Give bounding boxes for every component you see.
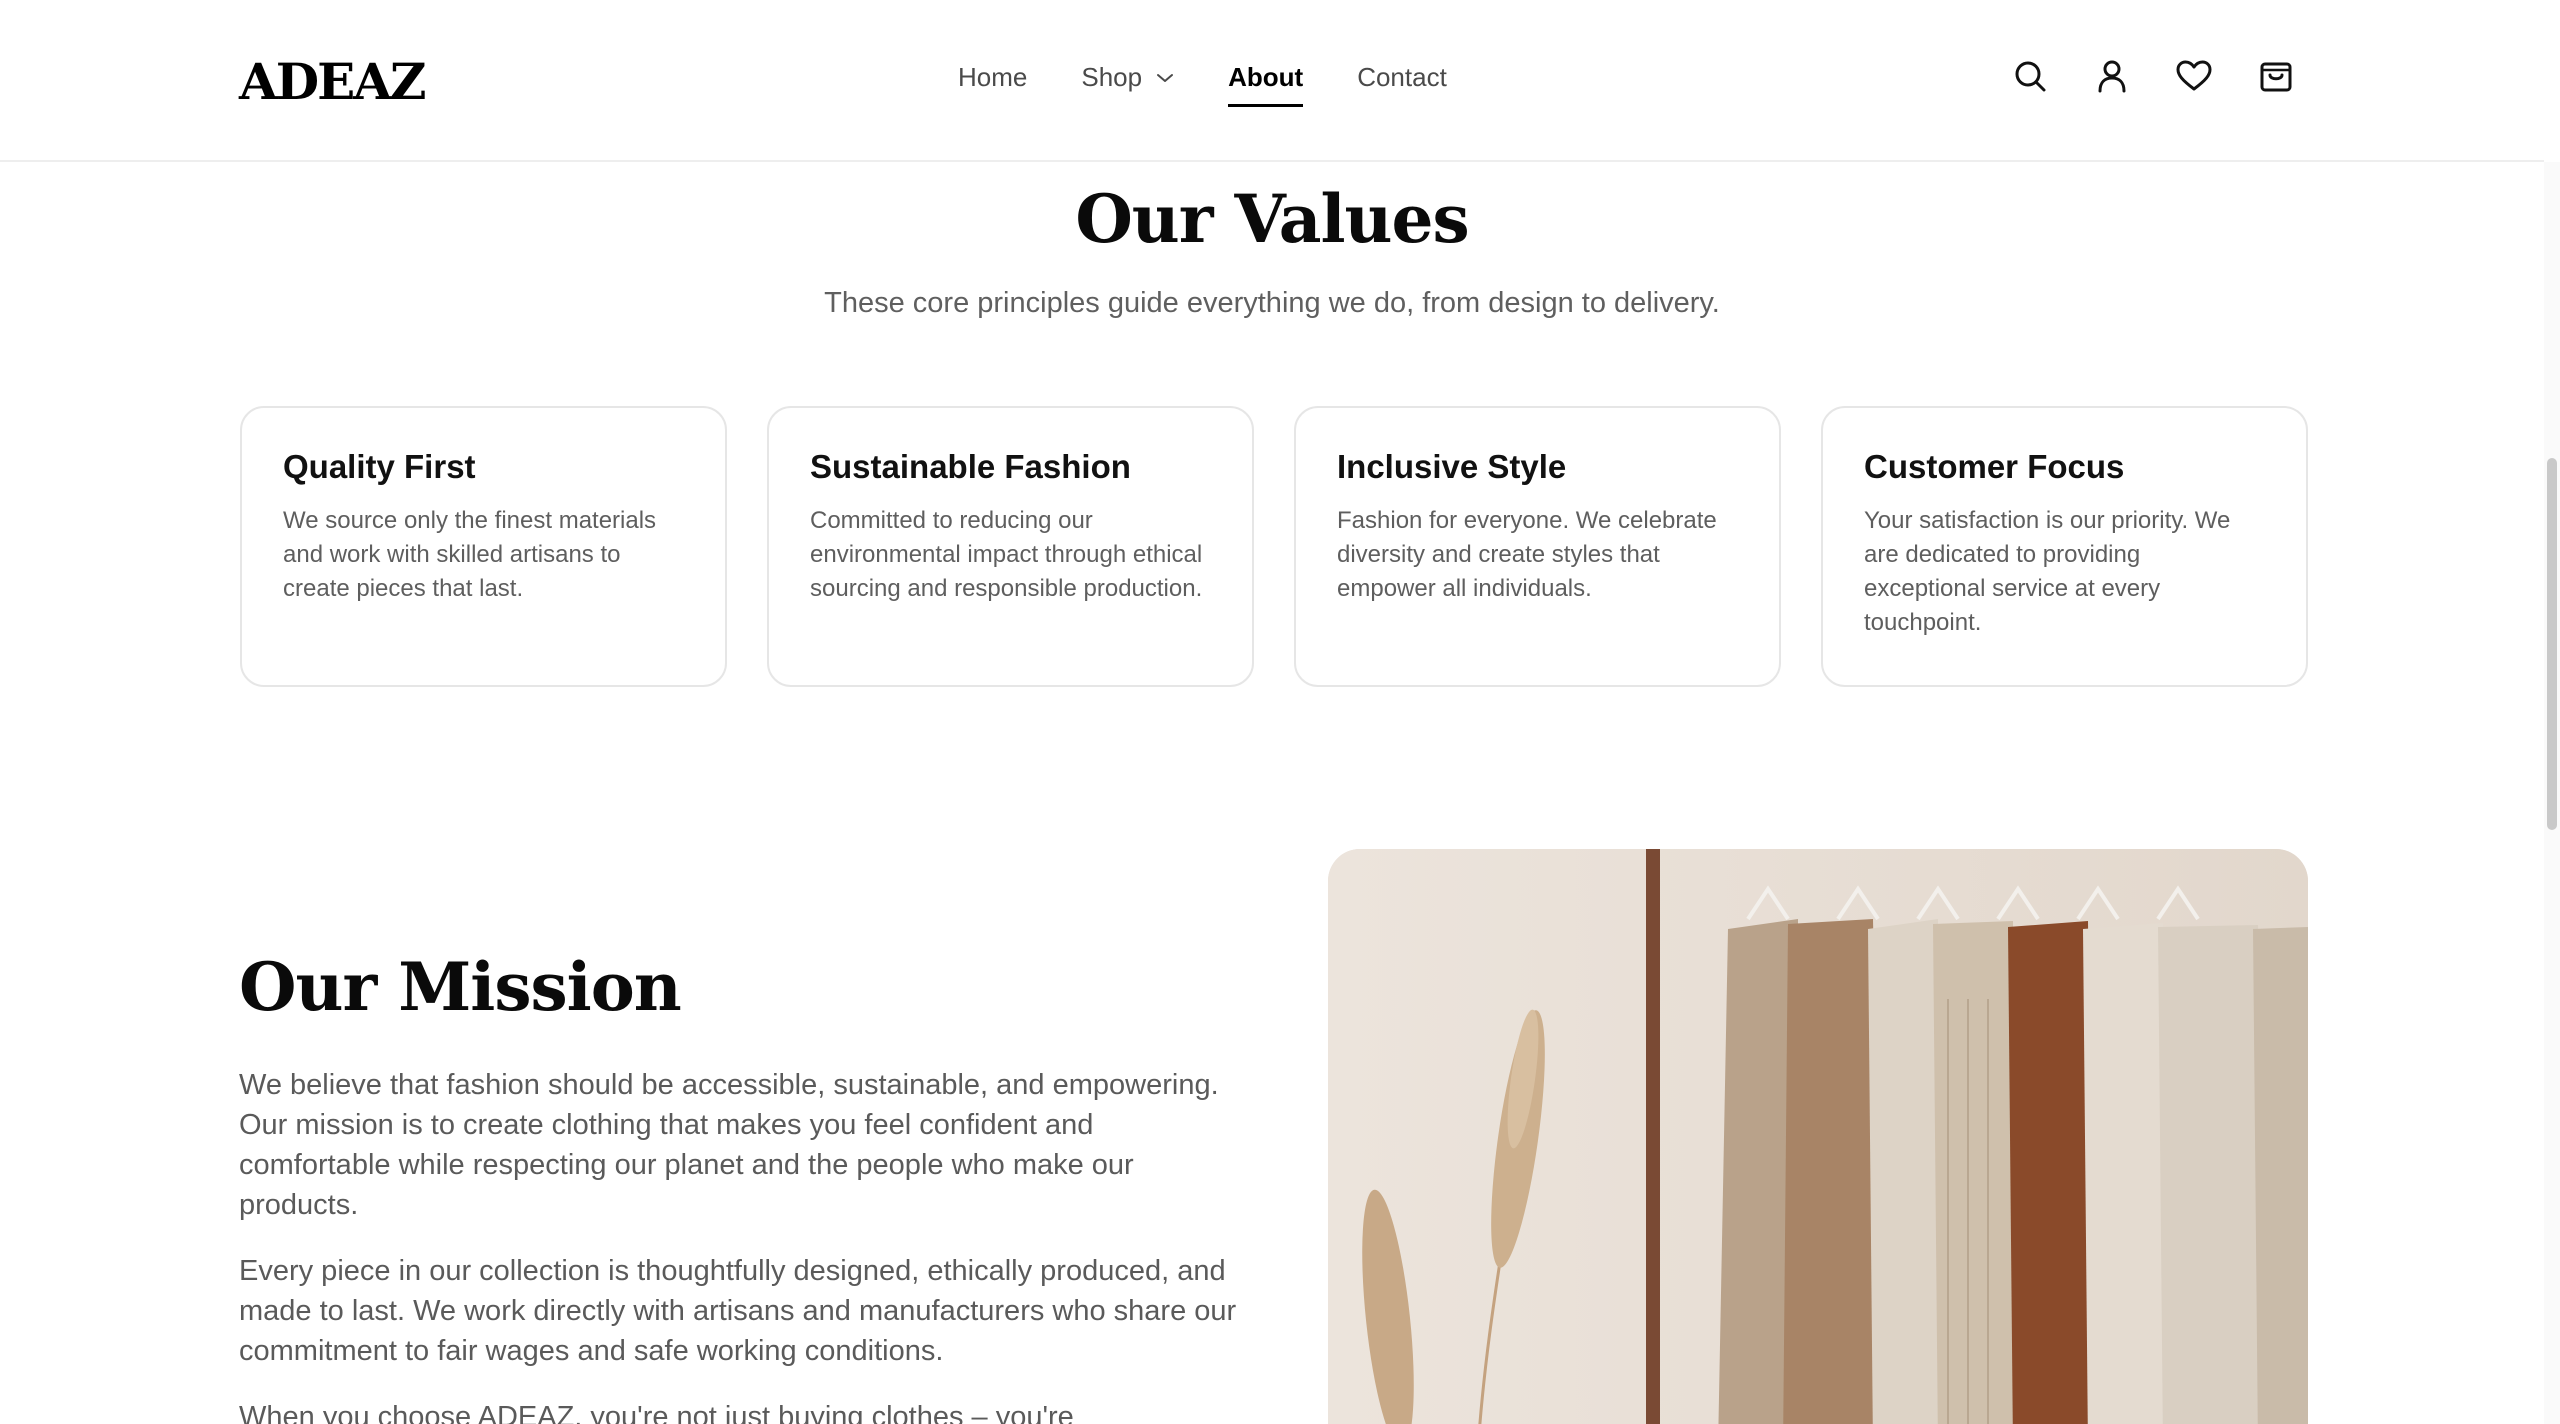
value-card-title: Customer Focus bbox=[1864, 448, 2125, 485]
search-button[interactable] bbox=[2010, 58, 2050, 98]
value-card-title: Quality First bbox=[283, 448, 476, 485]
cart-button[interactable] bbox=[2256, 58, 2296, 98]
nav-home-label: Home bbox=[958, 62, 1028, 92]
value-card-sustainable: Sustainable Fashion Committed to reducin… bbox=[767, 406, 1254, 687]
value-card-title: Sustainable Fashion bbox=[810, 448, 1131, 485]
value-card-text: Committed to reducing our environmental … bbox=[810, 507, 1203, 602]
scrollbar[interactable] bbox=[2544, 162, 2560, 1424]
user-icon bbox=[2096, 59, 2128, 98]
value-card-text: Fashion for everyone. We celebrate diver… bbox=[1337, 507, 1717, 602]
bag-icon bbox=[2259, 59, 2293, 98]
nav-contact[interactable]: Contact bbox=[1357, 62, 1447, 107]
search-icon bbox=[2013, 59, 2047, 98]
nav-shop[interactable]: Shop bbox=[1081, 62, 1174, 107]
mission-paragraph: Every piece in our collection is thought… bbox=[239, 1255, 1237, 1367]
values-title: Our Values bbox=[1075, 180, 1469, 258]
account-button[interactable] bbox=[2092, 58, 2132, 98]
scrollbar-thumb[interactable] bbox=[2547, 458, 2557, 830]
value-card-quality: Quality First We source only the finest … bbox=[240, 406, 727, 687]
value-card-text: Your satisfaction is our priority. We ar… bbox=[1864, 507, 2231, 636]
nav-about[interactable]: About bbox=[1228, 62, 1304, 107]
values-subtitle: These core principles guide everything w… bbox=[824, 287, 1720, 319]
mission-paragraph: We believe that fashion should be access… bbox=[239, 1069, 1219, 1221]
nav-about-label: About bbox=[1228, 62, 1304, 92]
nav-contact-label: Contact bbox=[1357, 62, 1447, 92]
value-card-inclusive: Inclusive Style Fashion for everyone. We… bbox=[1294, 406, 1781, 687]
mission-title: Our Mission bbox=[239, 948, 682, 1026]
mission-paragraph: When you choose ADEAZ, you're not just b… bbox=[239, 1401, 1074, 1424]
clothing-rack-image bbox=[1328, 849, 2308, 1424]
logo[interactable]: ADEAZ bbox=[239, 52, 427, 111]
clothing-rack-illustration bbox=[1328, 849, 2308, 1424]
wishlist-button[interactable] bbox=[2174, 58, 2214, 98]
nav-shop-label: Shop bbox=[1081, 62, 1143, 92]
value-card-text: We source only the finest materials and … bbox=[283, 507, 657, 602]
header-actions bbox=[2010, 58, 2296, 98]
nav-home[interactable]: Home bbox=[958, 62, 1027, 107]
value-card-customer: Customer Focus Your satisfaction is our … bbox=[1821, 406, 2308, 687]
main-nav: Home Shop About Contact bbox=[958, 62, 1501, 112]
page: ADEAZ Home Shop About Contact Our Values… bbox=[0, 0, 2560, 1424]
heart-icon bbox=[2176, 60, 2212, 97]
chevron-down-icon bbox=[1156, 72, 1174, 84]
value-card-title: Inclusive Style bbox=[1337, 448, 1567, 485]
site-header: ADEAZ Home Shop About Contact bbox=[0, 0, 2544, 162]
